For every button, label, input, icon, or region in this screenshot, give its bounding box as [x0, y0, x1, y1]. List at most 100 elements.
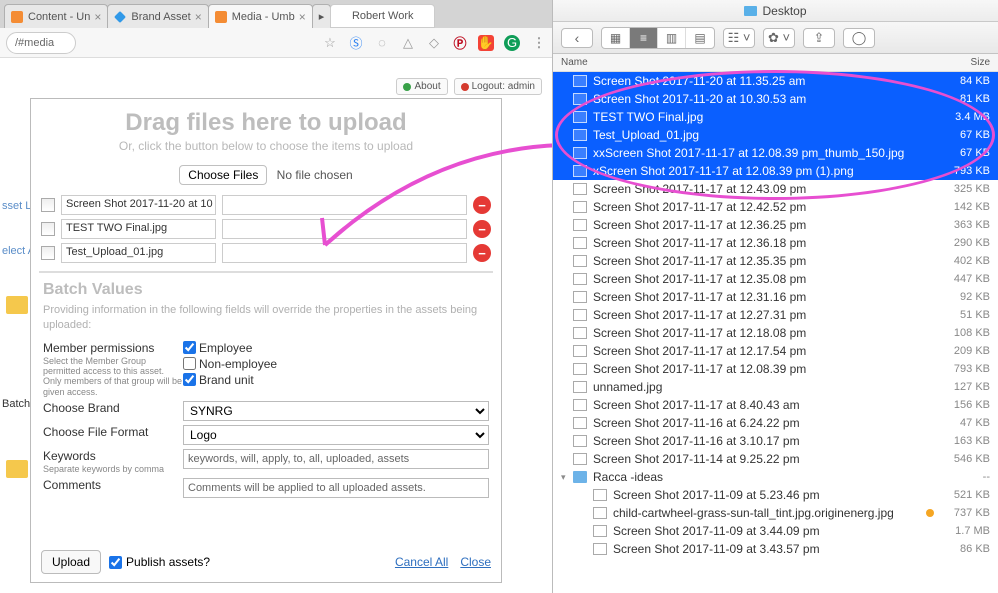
- finder-file-row[interactable]: Screen Shot 2017-11-17 at 12.36.25 pm363…: [553, 216, 998, 234]
- finder-file-row[interactable]: Screen Shot 2017-11-17 at 12.08.39 pm793…: [553, 360, 998, 378]
- file-extra-input[interactable]: [222, 219, 467, 239]
- finder-file-row[interactable]: Screen Shot 2017-11-17 at 12.27.31 pm51 …: [553, 306, 998, 324]
- finder-file-row[interactable]: Screen Shot 2017-11-09 at 3.43.57 pm86 K…: [553, 540, 998, 558]
- finder-folder-row[interactable]: ▾Racca -ideas--: [553, 468, 998, 486]
- permission-option[interactable]: Non-employee: [183, 357, 489, 371]
- file-name: Screen Shot 2017-11-17 at 12.43.09 pm: [593, 182, 934, 196]
- permission-checkbox[interactable]: [183, 373, 196, 386]
- finder-file-row[interactable]: Screen Shot 2017-11-17 at 12.31.16 pm92 …: [553, 288, 998, 306]
- name-column-header[interactable]: Name: [561, 57, 934, 68]
- raindrop-icon[interactable]: ◌: [374, 35, 390, 51]
- upload-button[interactable]: Upload: [41, 550, 101, 574]
- file-name-input[interactable]: Test_Upload_01.jpg: [61, 243, 216, 263]
- green-ext-icon[interactable]: G: [504, 35, 520, 51]
- finder-file-list[interactable]: Screen Shot 2017-11-20 at 11.35.25 am84 …: [553, 72, 998, 593]
- brand-select[interactable]: SYNRG: [183, 401, 489, 421]
- permission-checkbox[interactable]: [183, 341, 196, 354]
- pinterest-icon[interactable]: Ⓟ: [452, 35, 468, 51]
- tag-dot-icon: [926, 509, 934, 517]
- member-permissions-help: Select the Member Group permitted access…: [43, 356, 183, 397]
- bookmark-tab[interactable]: Robert Work: [330, 4, 435, 28]
- publish-assets-checkbox[interactable]: Publish assets?: [109, 555, 210, 569]
- finder-file-row[interactable]: Screen Shot 2017-11-17 at 12.35.35 pm402…: [553, 252, 998, 270]
- disclosure-triangle-icon[interactable]: ▾: [561, 472, 571, 483]
- file-name-input[interactable]: TEST TWO Final.jpg: [61, 219, 216, 239]
- close-link[interactable]: Close: [460, 555, 491, 569]
- finder-file-row[interactable]: Screen Shot 2017-11-09 at 3.44.09 pm1.7 …: [553, 522, 998, 540]
- finder-file-row[interactable]: Screen Shot 2017-11-17 at 12.35.08 pm447…: [553, 270, 998, 288]
- size-column-header[interactable]: Size: [934, 57, 990, 68]
- choose-files-button[interactable]: Choose Files: [179, 165, 267, 185]
- finder-file-row[interactable]: unnamed.jpg127 KB: [553, 378, 998, 396]
- finder-file-row[interactable]: Screen Shot 2017-11-17 at 8.40.43 am156 …: [553, 396, 998, 414]
- file-size: 142 KB: [934, 201, 990, 213]
- finder-file-row[interactable]: Screen Shot 2017-11-14 at 9.25.22 pm546 …: [553, 450, 998, 468]
- browser-tab[interactable]: Brand Asset×: [107, 4, 208, 28]
- permission-option[interactable]: Brand unit: [183, 373, 489, 387]
- finder-file-row[interactable]: xxScreen Shot 2017-11-17 at 12.08.39 pm_…: [553, 144, 998, 162]
- file-name: unnamed.jpg: [593, 380, 934, 394]
- file-size: 546 KB: [934, 453, 990, 465]
- finder-file-row[interactable]: Screen Shot 2017-11-20 at 11.35.25 am84 …: [553, 72, 998, 90]
- finder-file-row[interactable]: Screen Shot 2017-11-17 at 12.18.08 pm108…: [553, 324, 998, 342]
- finder-file-row[interactable]: TEST TWO Final.jpg3.4 MB: [553, 108, 998, 126]
- more-icon[interactable]: ⋮: [530, 35, 546, 51]
- new-tab-button[interactable]: ▸: [312, 4, 332, 28]
- sidebar-fragment: Batch: [2, 398, 30, 410]
- remove-file-button[interactable]: −: [473, 196, 491, 214]
- finder-file-row[interactable]: Screen Shot 2017-11-17 at 12.36.18 pm290…: [553, 234, 998, 252]
- file-icon: [573, 147, 587, 159]
- file-size: 81 KB: [934, 93, 990, 105]
- file-name-input[interactable]: Screen Shot 2017-11-20 at 10: [61, 195, 216, 215]
- skype-icon[interactable]: Ⓢ: [348, 35, 364, 51]
- logout-button[interactable]: Logout: admin: [454, 78, 542, 95]
- close-tab-icon[interactable]: ×: [195, 10, 202, 24]
- close-tab-icon[interactable]: ×: [299, 10, 306, 24]
- finder-file-row[interactable]: child-cartwheel-grass-sun-tall_tint.jpg.…: [553, 504, 998, 522]
- browser-tab[interactable]: Content - Un×: [4, 4, 108, 28]
- star-icon[interactable]: ☆: [322, 35, 338, 51]
- format-select[interactable]: Logo: [183, 425, 489, 445]
- remove-file-button[interactable]: −: [473, 220, 491, 238]
- url-text: /#media: [15, 37, 54, 49]
- finder-file-row[interactable]: xScreen Shot 2017-11-17 at 12.08.39 pm (…: [553, 162, 998, 180]
- finder-file-row[interactable]: Screen Shot 2017-11-17 at 12.42.52 pm142…: [553, 198, 998, 216]
- finder-file-row[interactable]: Test_Upload_01.jpg67 KB: [553, 126, 998, 144]
- file-name: Screen Shot 2017-11-17 at 12.35.35 pm: [593, 254, 934, 268]
- comments-input[interactable]: [183, 478, 489, 498]
- permission-checkbox[interactable]: [183, 357, 196, 370]
- browser-tab[interactable]: Media - Umb×: [208, 4, 313, 28]
- share-button[interactable]: ⇪: [803, 28, 835, 48]
- file-name: Screen Shot 2017-11-17 at 8.40.43 am: [593, 398, 934, 412]
- permission-option[interactable]: Employee: [183, 341, 489, 355]
- finder-file-row[interactable]: Screen Shot 2017-11-17 at 12.43.09 pm325…: [553, 180, 998, 198]
- finder-file-row[interactable]: Screen Shot 2017-11-20 at 10.30.53 am81 …: [553, 90, 998, 108]
- finder-file-row[interactable]: Screen Shot 2017-11-17 at 12.17.54 pm209…: [553, 342, 998, 360]
- list-view-button[interactable]: ≡: [630, 28, 658, 48]
- remove-file-button[interactable]: −: [473, 244, 491, 262]
- address-bar[interactable]: /#media: [6, 32, 76, 54]
- finder-file-row[interactable]: Screen Shot 2017-11-16 at 3.10.17 pm163 …: [553, 432, 998, 450]
- publish-checkbox-input[interactable]: [109, 556, 122, 569]
- finder-file-row[interactable]: Screen Shot 2017-11-16 at 6.24.22 pm47 K…: [553, 414, 998, 432]
- back-button[interactable]: ‹: [561, 28, 593, 48]
- finder-column-header[interactable]: Name Size: [553, 54, 998, 72]
- close-tab-icon[interactable]: ×: [94, 10, 101, 24]
- folder-icon: [573, 471, 587, 483]
- cloud-icon[interactable]: △: [400, 35, 416, 51]
- action-button[interactable]: ✿ ˅: [763, 28, 795, 48]
- file-extra-input[interactable]: [222, 243, 467, 263]
- finder-file-row[interactable]: Screen Shot 2017-11-09 at 5.23.46 pm521 …: [553, 486, 998, 504]
- gallery-view-button[interactable]: ▤: [686, 28, 714, 48]
- cancel-all-link[interactable]: Cancel All: [395, 555, 448, 569]
- tags-button[interactable]: ◯: [843, 28, 875, 48]
- about-button[interactable]: About: [396, 78, 447, 95]
- file-extra-input[interactable]: [222, 195, 467, 215]
- bookmark-ext-icon[interactable]: ◇: [426, 35, 442, 51]
- arrange-button[interactable]: ☷ ˅: [723, 28, 755, 48]
- file-name: Screen Shot 2017-11-16 at 6.24.22 pm: [593, 416, 934, 430]
- column-view-button[interactable]: ▥: [658, 28, 686, 48]
- icon-view-button[interactable]: ▦: [602, 28, 630, 48]
- adblock-icon[interactable]: ✋: [478, 35, 494, 51]
- keywords-input[interactable]: [183, 449, 489, 469]
